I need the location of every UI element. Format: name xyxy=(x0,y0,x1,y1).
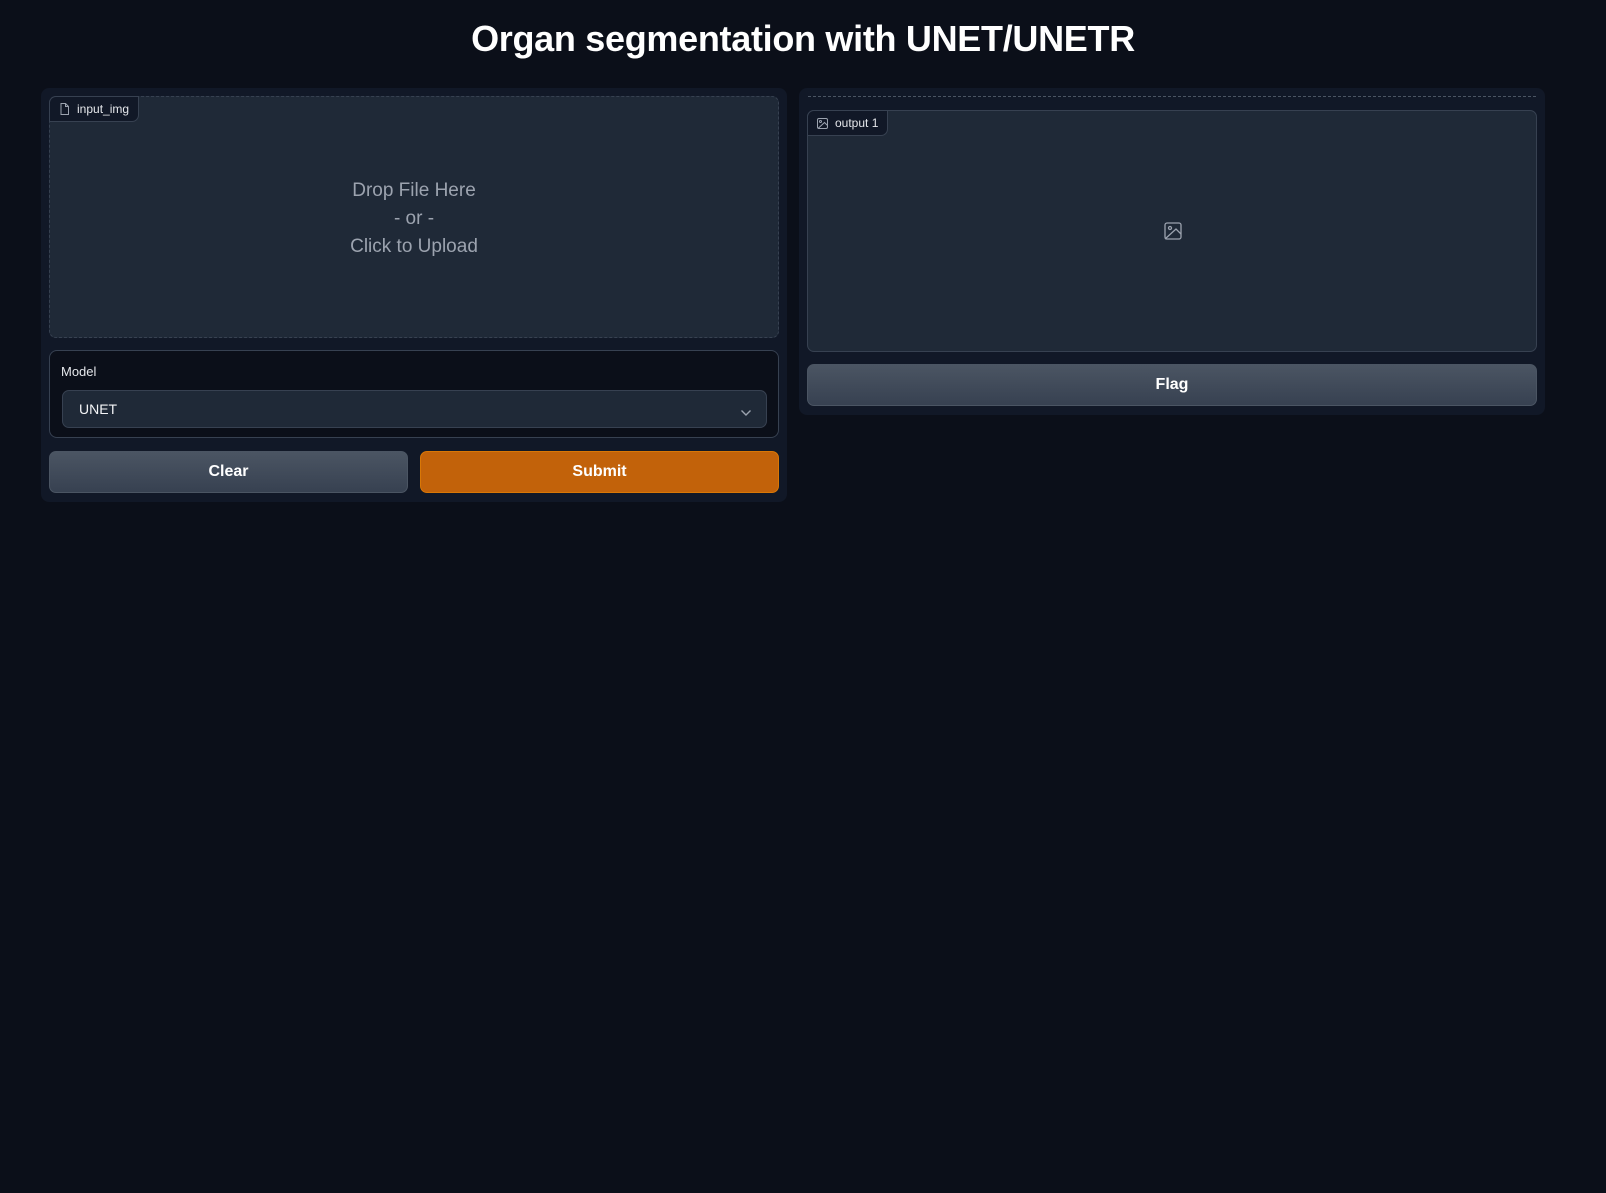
image-icon xyxy=(817,117,828,129)
chevron-down-icon xyxy=(740,404,752,420)
output-label: output 1 xyxy=(835,116,879,130)
model-label: Model xyxy=(61,364,97,379)
output-divider xyxy=(808,96,1536,97)
file-icon xyxy=(59,103,70,115)
output-panel: output 1 Flag xyxy=(799,88,1545,415)
input-label-tab: input_img xyxy=(49,96,140,122)
drop-line-3: Click to Upload xyxy=(350,236,478,257)
drop-instructions: Drop File Here - or - Click to Upload xyxy=(50,177,778,261)
clear-button[interactable]: Clear xyxy=(49,451,408,493)
drop-line-1: Drop File Here xyxy=(352,180,476,201)
input-label: input_img xyxy=(77,102,130,116)
model-select[interactable]: UNET xyxy=(62,390,767,428)
drop-line-2: - or - xyxy=(393,208,435,229)
output-image: output 1 xyxy=(807,110,1537,352)
model-selected-value: UNET xyxy=(79,401,118,417)
flag-button[interactable]: Flag xyxy=(807,364,1537,406)
image-placeholder-icon xyxy=(1164,222,1182,245)
output-label-tab: output 1 xyxy=(807,110,889,136)
file-upload-dropzone[interactable]: input_img Drop File Here - or - Click to… xyxy=(49,96,779,338)
page-title: Organ segmentation with UNET/UNETR xyxy=(471,18,1135,59)
submit-button[interactable]: Submit xyxy=(420,451,779,493)
input-panel: input_img Drop File Here - or - Click to… xyxy=(41,88,787,502)
model-block: Model UNET xyxy=(49,350,779,438)
